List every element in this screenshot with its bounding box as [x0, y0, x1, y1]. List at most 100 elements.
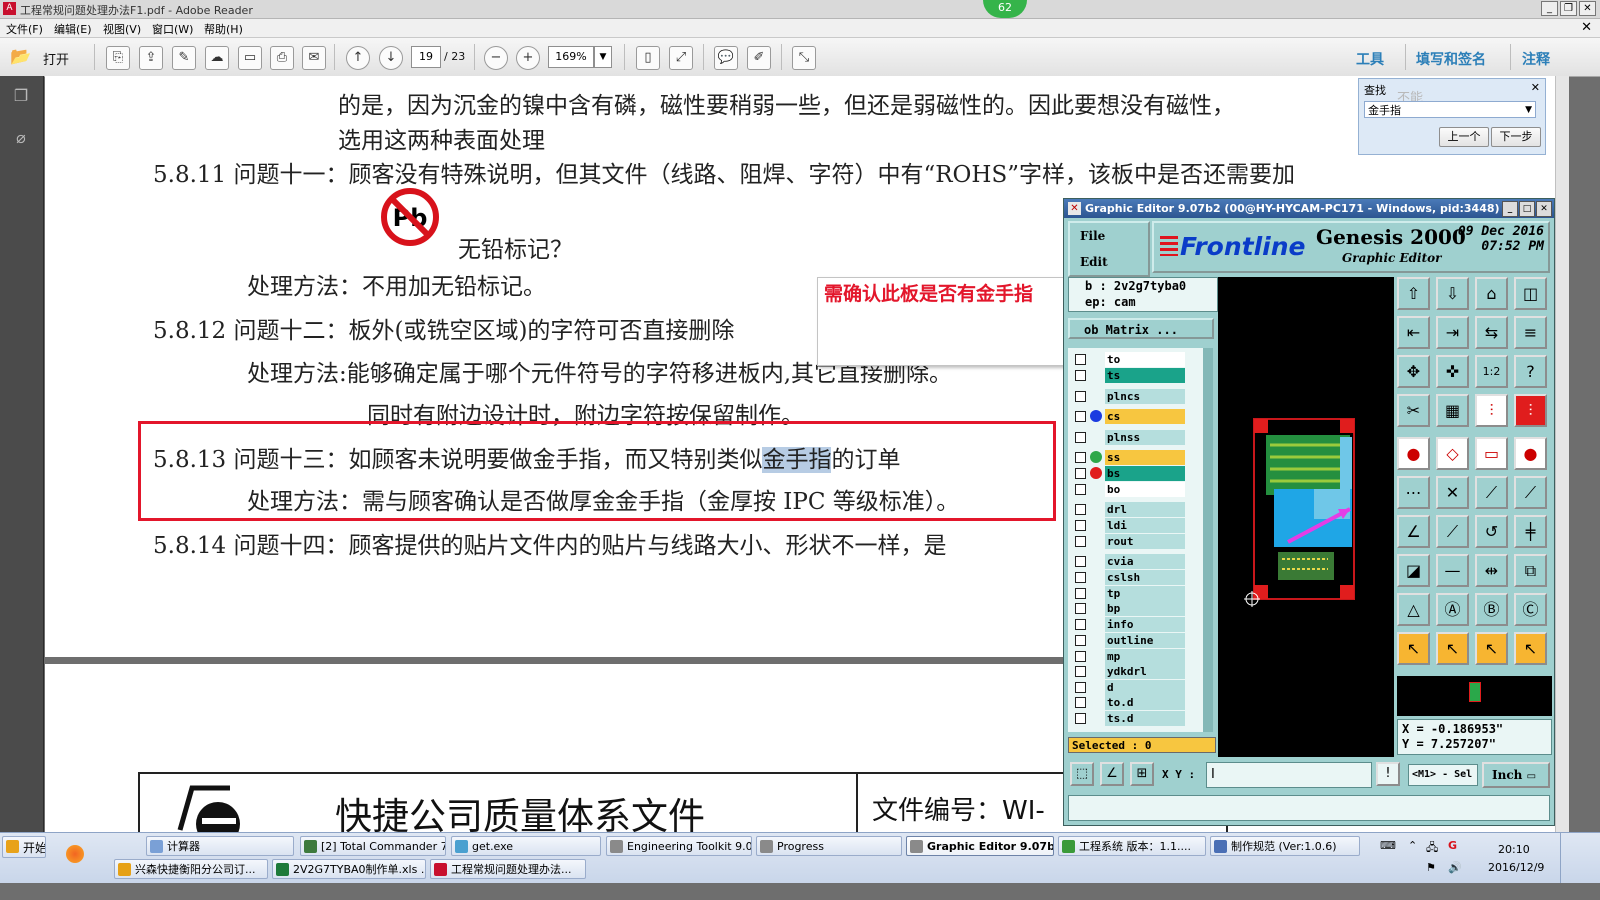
layer-checkbox[interactable]	[1075, 588, 1086, 599]
layer-name[interactable]: rout	[1105, 534, 1185, 549]
help-icon[interactable]: ?	[1514, 355, 1547, 388]
arrow-edit-icon[interactable]: ↖	[1514, 632, 1547, 665]
fit-page-icon[interactable]: ▯	[636, 46, 660, 70]
layer-name[interactable]: ydkdrl	[1105, 664, 1185, 679]
ge-menu-file[interactable]: File	[1080, 229, 1105, 243]
layer-row[interactable]: tp	[1068, 586, 1213, 601]
point-icon[interactable]: ●	[1514, 437, 1547, 470]
layer-name[interactable]: bp	[1105, 601, 1185, 616]
arrow-select-icon[interactable]: ↖	[1436, 632, 1469, 665]
tray-expand-icon[interactable]: ⌃	[1408, 839, 1417, 852]
layer-checkbox[interactable]	[1075, 603, 1086, 614]
pan-icon[interactable]: ⇆	[1475, 316, 1508, 349]
layer-name[interactable]: ss	[1105, 450, 1185, 465]
layer-row[interactable]: ts.d	[1068, 711, 1213, 726]
app-tray-icon[interactable]: G	[1448, 839, 1457, 852]
open-button[interactable]: 打开	[43, 49, 69, 68]
arrow-move-icon[interactable]: ↖	[1475, 632, 1508, 665]
layer-row[interactable]: cs	[1068, 409, 1213, 424]
export-pdf-icon[interactable]: ⇪	[139, 46, 163, 70]
clock-time[interactable]: 20:10	[1498, 843, 1530, 856]
layer-checkbox[interactable]	[1075, 484, 1086, 495]
layer-name[interactable]: to	[1105, 352, 1185, 367]
layer-checkbox[interactable]	[1075, 468, 1086, 479]
close-document-icon[interactable]: ✕	[1581, 20, 1592, 35]
layer-name[interactable]: outline	[1105, 633, 1185, 648]
arrow-icon[interactable]: ↖	[1397, 632, 1430, 665]
layer-checkbox[interactable]	[1075, 391, 1086, 402]
taskbar-button[interactable]: 计算器	[146, 836, 294, 856]
layer-row[interactable]: bp	[1068, 601, 1213, 616]
layer-row[interactable]: d	[1068, 680, 1213, 695]
layer-checkbox[interactable]	[1075, 666, 1086, 677]
layer-name[interactable]: cslsh	[1105, 570, 1185, 585]
taskbar-button[interactable]: Graphic Editor 9.07b...	[906, 836, 1054, 856]
save-icon[interactable]: ▭	[238, 46, 262, 70]
zoom-box-icon[interactable]: ⬚	[1070, 762, 1094, 786]
clock-date[interactable]: 2016/12/9	[1488, 861, 1544, 874]
circle-icon[interactable]: ●	[1397, 437, 1430, 470]
taskbar-button[interactable]: 制作规范 (Ver:1.0.6)	[1210, 836, 1360, 856]
center-icon[interactable]: ✜	[1436, 355, 1469, 388]
highlight-icon[interactable]: ✐	[747, 46, 771, 70]
slash-icon[interactable]: ⟋	[1436, 515, 1469, 548]
ruler-icon[interactable]: ✂	[1397, 394, 1430, 427]
layer-down-icon[interactable]: ⇩	[1436, 277, 1469, 310]
dimension-icon[interactable]: ⇹	[1475, 554, 1508, 587]
zoom-in-icon[interactable]: +	[516, 46, 540, 70]
minimize-button[interactable]: _	[1541, 1, 1558, 16]
quick-launch-icon[interactable]	[66, 845, 84, 863]
layer-scrollbar[interactable]	[1203, 348, 1213, 732]
menu-window[interactable]: 窗口(W)	[152, 21, 193, 37]
ge-close-button[interactable]: ✕	[1536, 201, 1552, 217]
previous-page-icon[interactable]: ↑	[346, 46, 370, 70]
annotation-text[interactable]: 需确认此板是否有金手指	[824, 284, 1076, 305]
layer-row[interactable]: ydkdrl	[1068, 664, 1213, 679]
layer-name[interactable]: to.d	[1105, 695, 1185, 710]
job-matrix-button[interactable]: ob Matrix ...	[1068, 318, 1214, 339]
unit-dropdown-icon[interactable]: ▭	[1527, 771, 1536, 782]
layer-row[interactable]: cslsh	[1068, 570, 1213, 585]
layer-name[interactable]: d	[1105, 680, 1185, 695]
grid-icon[interactable]: ▦	[1436, 394, 1469, 427]
layer-row[interactable]: to.d	[1068, 695, 1213, 710]
layer-name[interactable]: ldi	[1105, 518, 1185, 533]
layer-checkbox[interactable]	[1075, 411, 1086, 422]
taskbar-button[interactable]: get.exe	[451, 836, 601, 856]
menu-file[interactable]: 文件(F)	[6, 21, 43, 37]
find-dropdown-icon[interactable]: ▼	[1525, 102, 1532, 119]
layer-row[interactable]: ss	[1068, 450, 1213, 465]
menu-view[interactable]: 视图(V)	[103, 21, 141, 37]
layer-checkbox[interactable]	[1075, 556, 1086, 567]
next-page-icon[interactable]: ↓	[379, 46, 403, 70]
layer-row[interactable]: bo	[1068, 482, 1213, 497]
layer-checkbox[interactable]	[1075, 432, 1086, 443]
layer-checkbox[interactable]	[1075, 572, 1086, 583]
network-icon[interactable]: 🖧	[1426, 839, 1438, 858]
grid-snap-icon[interactable]: ⊞	[1130, 762, 1154, 786]
layer-row[interactable]: bs	[1068, 466, 1213, 481]
triangle-a-icon[interactable]: Ⓐ	[1436, 593, 1469, 626]
zoom-dropdown-icon[interactable]: ▼	[594, 46, 612, 68]
layer-name[interactable]: ts	[1105, 368, 1185, 383]
select-box-icon[interactable]: ⫶	[1514, 394, 1547, 427]
taskbar-button[interactable]: 工程系统 版本：1.1....	[1058, 836, 1206, 856]
layer-row[interactable]: cvia	[1068, 554, 1213, 569]
upload-icon[interactable]: ☁	[205, 46, 229, 70]
feature-icon[interactable]: ⫶	[1475, 394, 1508, 427]
measure-angle-icon[interactable]: ∠	[1100, 762, 1124, 786]
layer-row[interactable]: drl	[1068, 502, 1213, 517]
page-number-input[interactable]: 19	[411, 46, 441, 68]
xy-input[interactable]: I	[1206, 762, 1372, 788]
find-previous-button[interactable]: 上一个	[1439, 127, 1489, 147]
triangle-c-icon[interactable]: Ⓒ	[1514, 593, 1547, 626]
snap-icon[interactable]: ≡	[1514, 316, 1547, 349]
ge-minimize-button[interactable]: _	[1502, 201, 1518, 217]
minimap-viewport[interactable]	[1469, 682, 1481, 702]
vertical-scrollbar[interactable]	[1555, 76, 1569, 832]
layer-color-icon[interactable]	[1090, 451, 1102, 463]
layer-row[interactable]: plncs	[1068, 389, 1213, 404]
find-close-icon[interactable]: ✕	[1531, 81, 1540, 94]
create-pdf-icon[interactable]: ⎘	[106, 46, 130, 70]
start-button[interactable]: 开始	[2, 836, 46, 858]
